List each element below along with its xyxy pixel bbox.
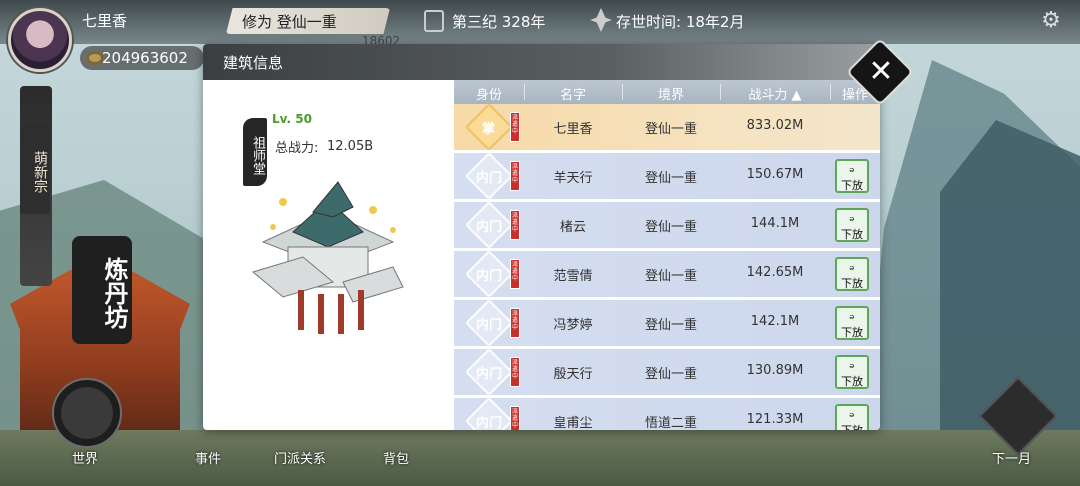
- dragon-icon: ₔ: [849, 210, 855, 225]
- gear-icon[interactable]: ⚙: [1040, 10, 1062, 32]
- dragon-icon: ₔ: [849, 161, 855, 176]
- row-power: 142.65M: [746, 265, 804, 280]
- row-name: 冯梦婷: [553, 318, 593, 333]
- sect-name-label[interactable]: 萌新宗: [20, 124, 50, 214]
- table-row[interactable]: 内门 派遣中 皇甫尘 悟道二重 121.33M ₔ 下放: [454, 396, 880, 430]
- row-name: 殷天行: [553, 367, 593, 382]
- row-name: 七里香: [553, 122, 593, 137]
- row-name: 羊天行: [553, 171, 593, 186]
- world-button[interactable]: [52, 378, 122, 448]
- row-realm: 登仙一重: [644, 122, 697, 137]
- header-name[interactable]: 名字: [524, 84, 622, 103]
- row-power: 121.33M: [746, 412, 804, 427]
- table-header: 身份 名字 境界 战斗力 ▲ 操作: [454, 80, 880, 104]
- dragon-icon: ₔ: [849, 308, 855, 323]
- table-row[interactable]: 内门 派遣中 范雪倩 登仙一重 142.65M ₔ 下放: [454, 249, 880, 299]
- header-power[interactable]: 战斗力 ▲: [720, 84, 830, 103]
- status-badge: 派遣中: [510, 406, 520, 430]
- row-realm: 登仙一重: [644, 171, 697, 186]
- alchemy-label[interactable]: 炼丹坊: [72, 236, 132, 344]
- row-realm: 登仙一重: [644, 318, 697, 333]
- status-badge: 派遣中: [510, 259, 520, 289]
- row-realm: 登仙一重: [644, 220, 697, 235]
- row-name: 范雪倩: [553, 269, 593, 284]
- release-label: 下放: [837, 422, 867, 430]
- bag-label[interactable]: 背包: [383, 448, 409, 467]
- player-name: 七里香: [82, 12, 128, 30]
- status-badge: 派遣中: [510, 210, 520, 240]
- world-label: 世界: [72, 452, 99, 467]
- release-button[interactable]: ₔ 下放: [835, 159, 869, 193]
- table-row[interactable]: 内门 派遣中 羊天行 登仙一重 150.67M ₔ 下放: [454, 151, 880, 201]
- building-level: Lv. 50: [272, 112, 312, 126]
- currency-value: 204963602: [102, 49, 188, 67]
- identity-text: 内门: [476, 220, 503, 235]
- building-illustration: [251, 181, 404, 334]
- release-button[interactable]: ₔ 下放: [835, 208, 869, 242]
- row-power: 150.67M: [746, 167, 804, 182]
- table-row[interactable]: 内门 派遣中 楮云 登仙一重 144.1M ₔ 下放: [454, 200, 880, 250]
- release-label: 下放: [841, 228, 863, 241]
- release-label: 下放: [841, 326, 863, 339]
- building-info-modal: 建筑信息 祖师堂 Lv. 50 总战力: 12.05B 身份 名字 境界 战斗力…: [203, 44, 880, 430]
- dragon-icon: ₔ: [849, 406, 855, 421]
- release-button[interactable]: ₔ 下放: [835, 306, 869, 340]
- release-label: 下放: [841, 179, 863, 192]
- next-month-label: 下一月: [992, 452, 1032, 467]
- identity-text: 内门: [476, 416, 503, 430]
- identity-text: 掌: [482, 122, 496, 137]
- survival-time: 存世时间: 18年2月: [616, 13, 745, 31]
- row-realm: 登仙一重: [644, 269, 697, 284]
- building-power-label: 总战力:: [275, 141, 319, 156]
- modal-title: 建筑信息: [223, 54, 284, 72]
- header-realm[interactable]: 境界: [622, 84, 720, 103]
- dragon-icon: ₔ: [849, 259, 855, 274]
- relations-label[interactable]: 门派关系: [274, 448, 326, 467]
- era-text: 第三纪 328年: [452, 13, 546, 31]
- table-row[interactable]: 掌 派遣中 七里香 登仙一重 833.02M: [454, 102, 880, 152]
- release-button[interactable]: ₔ 下放: [835, 355, 869, 389]
- release-button[interactable]: ₔ 下放: [835, 257, 869, 291]
- building-power-value: 12.05B: [327, 139, 374, 154]
- realm-text: 修为 登仙一重: [242, 13, 337, 31]
- row-realm: 登仙一重: [644, 367, 697, 382]
- currency-display: 204963602: [80, 46, 204, 70]
- status-badge: 派遣中: [510, 308, 520, 338]
- row-name: 楮云: [559, 220, 586, 235]
- row-power: 130.89M: [746, 363, 804, 378]
- dragon-icon: ₔ: [849, 357, 855, 372]
- table-row[interactable]: 内门 派遣中 冯梦婷 登仙一重 142.1M ₔ 下放: [454, 298, 880, 348]
- identity-text: 内门: [476, 269, 503, 284]
- status-badge: 派遣中: [510, 357, 520, 387]
- disciple-table[interactable]: 身份 名字 境界 战斗力 ▲ 操作 掌 派遣中 七里香 登仙一重 833.02M…: [454, 80, 880, 430]
- release-label: 下放: [841, 277, 863, 290]
- row-realm: 悟道二重: [644, 416, 697, 430]
- row-power: 142.1M: [750, 314, 800, 329]
- identity-text: 内门: [476, 318, 503, 333]
- player-avatar[interactable]: [8, 8, 72, 72]
- release-button[interactable]: ₔ 下放: [835, 404, 869, 430]
- identity-text: 内门: [476, 367, 503, 382]
- identity-text: 内门: [476, 171, 503, 186]
- ground-strip: [0, 430, 1080, 486]
- calendar-icon: [424, 10, 444, 32]
- row-name: 皇甫尘: [553, 416, 593, 430]
- status-badge: 派遣中: [510, 112, 520, 142]
- table-row[interactable]: 内门 派遣中 殷天行 登仙一重 130.89M ₔ 下放: [454, 347, 880, 397]
- release-label: 下放: [841, 375, 863, 388]
- row-power: 144.1M: [750, 216, 800, 231]
- close-icon[interactable]: ✕: [866, 52, 896, 92]
- events-label[interactable]: 事件: [195, 448, 221, 467]
- header-identity[interactable]: 身份: [454, 84, 524, 103]
- modal-header: 建筑信息: [203, 44, 880, 80]
- status-badge: 派遣中: [510, 161, 520, 191]
- row-power: 833.02M: [746, 118, 804, 133]
